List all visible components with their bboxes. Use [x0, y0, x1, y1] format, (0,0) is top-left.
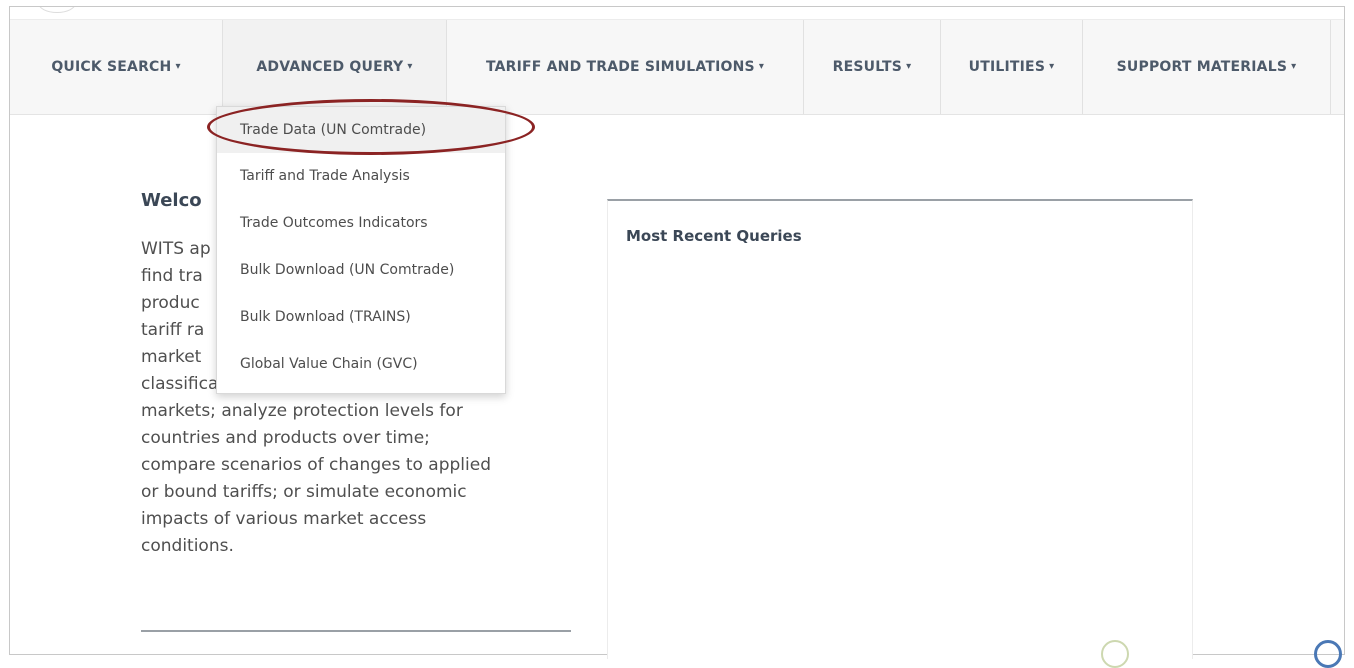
chevron-down-icon: ▾	[1291, 60, 1297, 72]
top-bar	[10, 7, 1344, 19]
menu-item-tariff-and-trade-analysis[interactable]: Tariff and Trade Analysis	[217, 153, 505, 199]
chevron-down-icon: ▾	[407, 60, 413, 72]
menu-item-trade-data-un-comtrade[interactable]: Trade Data (UN Comtrade)	[217, 107, 505, 153]
chevron-down-icon: ▾	[906, 60, 912, 72]
welcome-line: conditions.	[141, 536, 234, 556]
section-divider	[141, 630, 571, 632]
recent-queries-panel: Most Recent Queries	[607, 199, 1193, 659]
welcome-line: or bound tariffs; or simulate economic	[141, 482, 467, 502]
advanced-query-dropdown: Trade Data (UN Comtrade) Tariff and Trad…	[216, 106, 506, 394]
nav-label: ADVANCED QUERY	[256, 59, 404, 75]
chevron-down-icon: ▾	[1049, 60, 1055, 72]
nav-label: TARIFF AND TRADE SIMULATIONS	[485, 59, 755, 75]
nav-label: QUICK SEARCH	[51, 59, 172, 75]
nav-quick-search[interactable]: QUICK SEARCH ▾	[10, 20, 223, 114]
welcome-line: compare scenarios of changes to applied	[141, 455, 492, 475]
recent-queries-title: Most Recent Queries	[626, 227, 802, 245]
nav-label: RESULTS	[832, 59, 903, 75]
partner-logo-icon	[1101, 640, 1129, 668]
nav-label: SUPPORT MATERIALS	[1116, 59, 1288, 75]
main-navigation: QUICK SEARCH ▾ ADVANCED QUERY ▾ TARIFF A…	[10, 19, 1344, 115]
menu-item-trade-outcomes-indicators[interactable]: Trade Outcomes Indicators	[217, 200, 505, 246]
nav-utilities[interactable]: UTILITIES ▾	[941, 20, 1083, 114]
nav-results[interactable]: RESULTS ▾	[804, 20, 941, 114]
nav-support-materials[interactable]: SUPPORT MATERIALS ▾	[1083, 20, 1331, 114]
menu-item-bulk-download-un-comtrade[interactable]: Bulk Download (UN Comtrade)	[217, 247, 505, 293]
nav-advanced-query[interactable]: ADVANCED QUERY ▾	[223, 20, 447, 114]
welcome-heading: Welco	[141, 190, 202, 211]
welcome-line: impacts of various market access	[141, 509, 427, 529]
chevron-down-icon: ▾	[175, 60, 181, 72]
menu-item-global-value-chain[interactable]: Global Value Chain (GVC)	[217, 341, 505, 387]
menu-item-bulk-download-trains[interactable]: Bulk Download (TRAINS)	[217, 294, 505, 340]
chevron-down-icon: ▾	[758, 60, 765, 72]
welcome-line: markets; analyze protection levels for	[141, 401, 463, 421]
logo-fragment	[38, 7, 76, 13]
nav-label: UTILITIES	[968, 59, 1046, 75]
partner-logo-icon	[1314, 640, 1342, 668]
welcome-line: countries and products over time;	[141, 428, 430, 448]
nav-tariff-and-trade-simulations[interactable]: TARIFF AND TRADE SIMULATIONS ▾	[447, 20, 804, 114]
